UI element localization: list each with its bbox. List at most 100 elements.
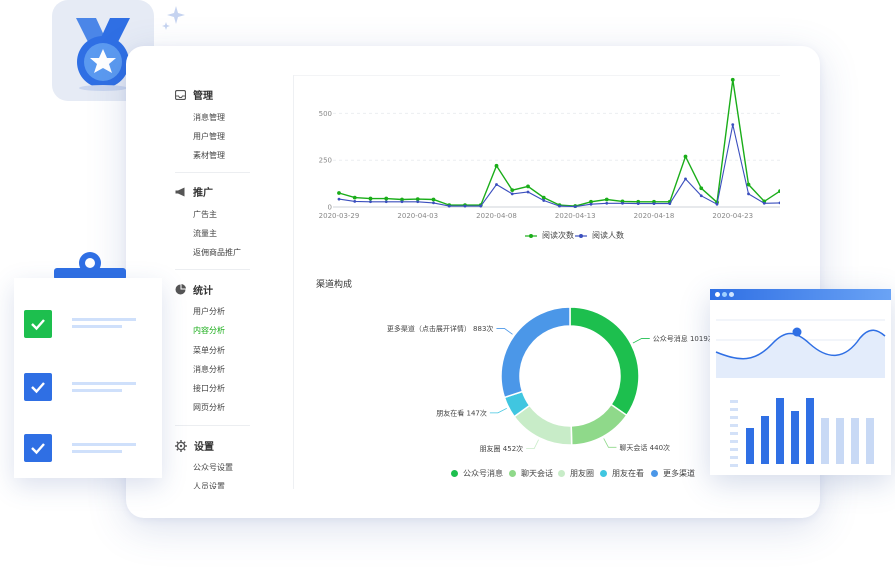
- sidebar-item-publisher[interactable]: 流量主: [193, 228, 217, 239]
- data-point[interactable]: [668, 202, 672, 206]
- data-point[interactable]: [384, 196, 389, 201]
- data-point[interactable]: [400, 200, 404, 204]
- pie-slice[interactable]: [569, 306, 640, 417]
- data-point[interactable]: [526, 190, 530, 194]
- data-point[interactable]: [762, 201, 766, 205]
- legend-label: 朋友在看: [612, 469, 644, 478]
- pie-chart-icon: [175, 284, 186, 295]
- checklist-card: [14, 278, 162, 478]
- data-point[interactable]: [541, 195, 546, 200]
- x-tick-label: 2020-03-29: [319, 212, 360, 220]
- x-tick-label: 2020-04-18: [634, 212, 675, 220]
- data-point[interactable]: [683, 154, 688, 159]
- data-point[interactable]: [337, 191, 341, 195]
- sidebar-item-user-manage[interactable]: 用户管理: [193, 131, 225, 142]
- pie-label-line: [489, 407, 507, 414]
- divider: [175, 172, 250, 173]
- pie-slice-label: 朋友在看 147次: [436, 408, 487, 417]
- data-point[interactable]: [558, 204, 561, 208]
- data-point[interactable]: [604, 197, 609, 202]
- data-point[interactable]: [416, 200, 420, 204]
- data-point[interactable]: [589, 202, 593, 206]
- data-point[interactable]: [526, 184, 530, 189]
- sidebar-item-message-manage[interactable]: 消息管理: [193, 112, 225, 123]
- data-point[interactable]: [495, 183, 498, 186]
- sidebar-item-user-analysis[interactable]: 用户分析: [193, 306, 225, 317]
- inbox-icon: [175, 89, 186, 100]
- data-point[interactable]: [463, 204, 467, 208]
- pie-slice[interactable]: [500, 306, 571, 399]
- data-point[interactable]: [778, 201, 780, 205]
- data-point[interactable]: [384, 200, 388, 204]
- pie-legend-more[interactable]: 更多渠道: [651, 468, 695, 479]
- sidebar-section-manage[interactable]: 管理: [175, 87, 213, 102]
- megaphone-icon: [175, 187, 185, 196]
- legend-dot: [451, 470, 458, 477]
- data-point[interactable]: [573, 205, 577, 209]
- check-box-icon: [24, 434, 52, 462]
- data-point[interactable]: [368, 196, 373, 201]
- pie-label-line: [526, 439, 539, 450]
- data-point[interactable]: [494, 163, 499, 168]
- gear-icon: [175, 439, 187, 452]
- pie-slice-label: 聊天会话 440次: [619, 443, 670, 452]
- sidebar-item-advertiser[interactable]: 广告主: [193, 209, 217, 220]
- data-point[interactable]: [542, 199, 546, 202]
- pie-slice[interactable]: [513, 404, 573, 446]
- mini-window-titlebar: [710, 289, 891, 300]
- pie-slice[interactable]: [570, 403, 628, 446]
- placeholder-line: [72, 318, 136, 321]
- data-point[interactable]: [715, 202, 719, 206]
- data-point[interactable]: [432, 201, 435, 205]
- data-point[interactable]: [605, 201, 609, 205]
- data-point[interactable]: [652, 202, 656, 206]
- pie-legend-account-msg[interactable]: 公众号消息: [451, 468, 503, 479]
- sparkle-icon: [162, 6, 185, 30]
- data-point[interactable]: [447, 204, 451, 208]
- sidebar-section-settings[interactable]: 设置: [175, 438, 214, 453]
- data-point[interactable]: [369, 200, 372, 204]
- data-point[interactable]: [731, 123, 735, 127]
- divider: [175, 425, 250, 426]
- data-point[interactable]: [747, 192, 750, 196]
- pie-legend-moments[interactable]: 朋友圈: [558, 468, 594, 479]
- legend-item-readers[interactable]: 阅读人数: [575, 230, 624, 241]
- data-point[interactable]: [479, 204, 483, 208]
- pie-legend-chat[interactable]: 聊天会话: [509, 468, 553, 479]
- sidebar-item-account-settings[interactable]: 公众号设置: [193, 462, 233, 473]
- pie-legend-friends-watch[interactable]: 朋友在看: [600, 468, 644, 479]
- pie-chart: 公众号消息 1019次聊天会话 440次 朋友圈 452次 朋友在看 147次 更多渠…: [387, 306, 715, 453]
- data-point[interactable]: [684, 177, 687, 181]
- data-point[interactable]: [730, 77, 735, 82]
- sidebar-section-promotion[interactable]: 推广: [175, 184, 213, 199]
- data-point[interactable]: [699, 186, 704, 191]
- main-content: 0 250 500 2020-03-29 2020-04-03 2020-04-08 20…: [294, 75, 780, 490]
- data-point[interactable]: [699, 194, 703, 198]
- data-point[interactable]: [510, 188, 515, 193]
- legend-label: 聊天会话: [521, 469, 553, 478]
- sidebar-item-api-analysis[interactable]: 接口分析: [193, 383, 225, 394]
- legend-item-reads[interactable]: 阅读次数: [525, 230, 574, 241]
- sidebar-item-material-manage[interactable]: 素材管理: [193, 150, 225, 161]
- data-point[interactable]: [352, 195, 357, 200]
- sidebar-item-menu-analysis[interactable]: 菜单分析: [193, 345, 225, 356]
- data-point[interactable]: [636, 202, 640, 206]
- sidebar-section-statistics[interactable]: 统计: [175, 282, 213, 297]
- sidebar-item-message-analysis[interactable]: 消息分析: [193, 364, 225, 375]
- sidebar-item-content-analysis[interactable]: 内容分析: [193, 325, 225, 336]
- legend-line-blue: [575, 233, 587, 238]
- pie-slice-label: 更多渠道（点击展开详情） 883次: [387, 324, 494, 333]
- line-chart: 0 250 500 2020-03-29 2020-04-03 2020-04-08 20…: [319, 77, 780, 220]
- pie-label-line: [496, 328, 513, 335]
- sidebar-item-rebate-promo[interactable]: 返佣商品推广: [193, 247, 241, 258]
- data-point[interactable]: [353, 199, 357, 203]
- placeholder-line: [72, 450, 122, 453]
- data-point[interactable]: [337, 197, 341, 201]
- sidebar-section-title: 设置: [194, 442, 214, 453]
- sidebar-section-title: 统计: [193, 286, 213, 297]
- data-point[interactable]: [510, 192, 514, 196]
- data-point[interactable]: [621, 201, 624, 205]
- sidebar-item-webpage-analysis[interactable]: 网页分析: [193, 402, 225, 413]
- sidebar-item-staff-settings[interactable]: 人员设置: [193, 481, 225, 489]
- data-point[interactable]: [431, 197, 436, 202]
